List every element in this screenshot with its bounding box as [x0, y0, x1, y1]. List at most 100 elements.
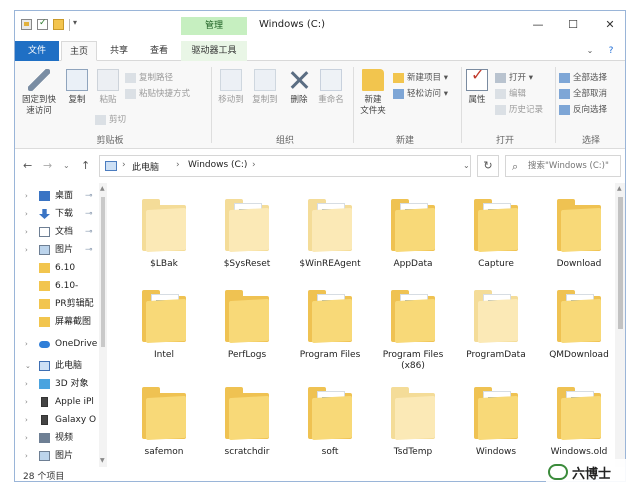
scroll-up-icon[interactable]: ▲ [100, 185, 105, 192]
ribbon-expand-icon[interactable]: ⌄ [583, 41, 597, 61]
address-history-icon[interactable]: ⌄ [463, 161, 470, 170]
scroll-down-icon[interactable]: ▼ [100, 457, 105, 464]
nav-scrollbar-thumb[interactable] [101, 197, 105, 347]
select-none-button[interactable]: 全部取消 [559, 87, 607, 101]
edit-button[interactable]: 编辑 [495, 87, 526, 101]
chevron-right-icon[interactable]: › [25, 393, 28, 411]
sidebar-item-folder-6-10-dash[interactable]: 6.10- [15, 277, 99, 295]
folder-tile-perflogs[interactable]: PerfLogs [208, 280, 286, 378]
easy-access-button[interactable]: 轻松访问 ▾ [393, 87, 448, 101]
folder-tile-scratchdir[interactable]: scratchdir [208, 377, 286, 467]
select-all-button[interactable]: 全部选择 [559, 71, 607, 85]
new-folder-quick-icon[interactable] [53, 19, 64, 30]
chevron-right-icon[interactable]: › [25, 187, 28, 205]
breadcrumb-chevron-icon[interactable]: › [122, 160, 126, 170]
folder-tile-windows[interactable]: Windows [457, 377, 535, 467]
breadcrumb-chevron-icon[interactable]: › [252, 160, 256, 170]
folder-tile-download[interactable]: Download [540, 189, 615, 287]
folder-tile-lbak[interactable]: $LBak [125, 189, 203, 287]
chevron-down-icon[interactable]: ⌄ [25, 357, 31, 375]
folder-icon [391, 199, 435, 253]
folder-tile-program-files[interactable]: Program Files [291, 280, 369, 378]
up-arrow-icon[interactable]: ↑ [81, 159, 90, 172]
folder-tile-program-files-x86[interactable]: Program Files (x86) [374, 280, 452, 378]
sidebar-item-galaxy[interactable]: › Galaxy O [15, 411, 99, 429]
properties-quick-icon[interactable] [21, 19, 32, 30]
folder-tile-programdata[interactable]: ProgramData [457, 280, 535, 378]
properties-button[interactable]: 属性 [463, 69, 491, 106]
search-box[interactable]: ⌕ [505, 155, 621, 177]
checkbox-quick-icon[interactable] [37, 18, 48, 30]
sidebar-item-pictures[interactable]: › 图片 ⊸ [15, 241, 99, 259]
search-input[interactable] [528, 159, 620, 173]
new-item-button[interactable]: 新建项目 ▾ [393, 71, 448, 85]
maximize-button[interactable]: ☐ [564, 17, 582, 33]
pin-quick-access-button[interactable]: 固定到快 速访问 [19, 69, 59, 117]
chevron-right-icon[interactable]: › [25, 411, 28, 429]
chevron-right-icon[interactable]: › [25, 241, 28, 259]
chevron-right-icon[interactable]: › [25, 335, 28, 353]
invert-selection-button[interactable]: 反向选择 [559, 103, 607, 117]
sidebar-item-pictures-pc[interactable]: › 图片 [15, 447, 99, 465]
minimize-button[interactable]: — [529, 17, 547, 33]
breadcrumb-this-pc[interactable]: 此电脑 [132, 160, 159, 173]
manage-contextual-tab[interactable]: 管理 [181, 17, 247, 35]
back-arrow-icon[interactable]: ← [23, 159, 32, 172]
chevron-right-icon[interactable]: › [25, 447, 28, 465]
folder-tile-appdata[interactable]: AppData [374, 189, 452, 287]
close-button[interactable]: ✕ [601, 17, 619, 33]
tab-view[interactable]: 查看 [141, 41, 177, 61]
sidebar-item-3d-objects[interactable]: › 3D 对象 [15, 375, 99, 393]
delete-button[interactable]: 删除 [285, 69, 313, 106]
rename-button[interactable]: 重命名 [315, 69, 347, 106]
history-button[interactable]: 历史记录 [495, 103, 543, 117]
sidebar-item-this-pc[interactable]: ⌄ 此电脑 [15, 357, 99, 375]
breadcrumb-chevron-icon[interactable]: › [176, 160, 180, 170]
refresh-button[interactable]: ↻ [477, 155, 499, 177]
chevron-right-icon[interactable]: › [25, 223, 28, 241]
folder-tile-sysreset[interactable]: $SysReset [208, 189, 286, 287]
copy-path-button[interactable]: 复制路径 [125, 71, 173, 85]
folder-tile-qmdownload[interactable]: QMDownload [540, 280, 615, 378]
recent-locations-icon[interactable]: ⌄ [63, 161, 70, 170]
sidebar-item-screenshots[interactable]: 屏幕截图 [15, 313, 99, 331]
sidebar-item-videos[interactable]: › 视频 [15, 429, 99, 447]
folder-tile-intel[interactable]: Intel [125, 280, 203, 378]
sidebar-item-folder-6-10[interactable]: 6.10 [15, 259, 99, 277]
chevron-right-icon[interactable]: › [25, 375, 28, 393]
sidebar-item-downloads[interactable]: › 下载 ⊸ [15, 205, 99, 223]
chevron-right-icon[interactable]: › [25, 429, 28, 447]
sidebar-item-onedrive[interactable]: › OneDrive [15, 335, 99, 353]
folder-tile-tsdtemp[interactable]: TsdTemp [374, 377, 452, 467]
sidebar-item-desktop[interactable]: › 桌面 ⊸ [15, 187, 99, 205]
copy-button[interactable]: 复制 [63, 69, 91, 106]
breadcrumb-drive[interactable]: Windows (C:) [188, 160, 247, 170]
folder-tile-safemon[interactable]: safemon [125, 377, 203, 467]
sidebar-item-documents[interactable]: › 文档 ⊸ [15, 223, 99, 241]
open-button[interactable]: 打开 ▾ [495, 71, 533, 85]
address-bar[interactable]: › 此电脑 › Windows (C:) › [99, 155, 471, 177]
sidebar-item-pr-folder[interactable]: PR剪辑配 [15, 295, 99, 313]
customize-quick-access-icon[interactable]: ▾ [73, 18, 77, 27]
paste-button[interactable]: 粘贴 [95, 69, 121, 106]
sidebar-item-apple-iphone[interactable]: › Apple iPl [15, 393, 99, 411]
forward-arrow-icon[interactable]: → [43, 159, 52, 172]
copy-to-button[interactable]: 复制到 [249, 69, 281, 106]
edit-icon [495, 88, 506, 99]
help-icon[interactable]: ? [601, 41, 621, 61]
content-scrollbar-thumb[interactable] [618, 197, 623, 329]
folder-tile-windows-old[interactable]: Windows.old [540, 377, 615, 467]
chevron-right-icon[interactable]: › [25, 205, 28, 223]
move-to-button[interactable]: 移动到 [215, 69, 247, 106]
tab-home[interactable]: 主页 [61, 41, 97, 61]
scroll-up-icon[interactable]: ▲ [617, 185, 622, 192]
folder-tile-capture[interactable]: Capture [457, 189, 535, 287]
tab-file[interactable]: 文件 [15, 41, 59, 61]
cut-button[interactable]: 剪切 [95, 113, 126, 127]
paste-shortcut-button[interactable]: 粘贴快捷方式 [125, 87, 190, 101]
tab-share[interactable]: 共享 [101, 41, 137, 61]
tab-drive-tools[interactable]: 驱动器工具 [181, 41, 247, 61]
new-folder-button[interactable]: 新建 文件夹 [357, 69, 389, 117]
folder-tile-winreagent[interactable]: $WinREAgent [291, 189, 369, 287]
folder-tile-soft[interactable]: soft [291, 377, 369, 467]
